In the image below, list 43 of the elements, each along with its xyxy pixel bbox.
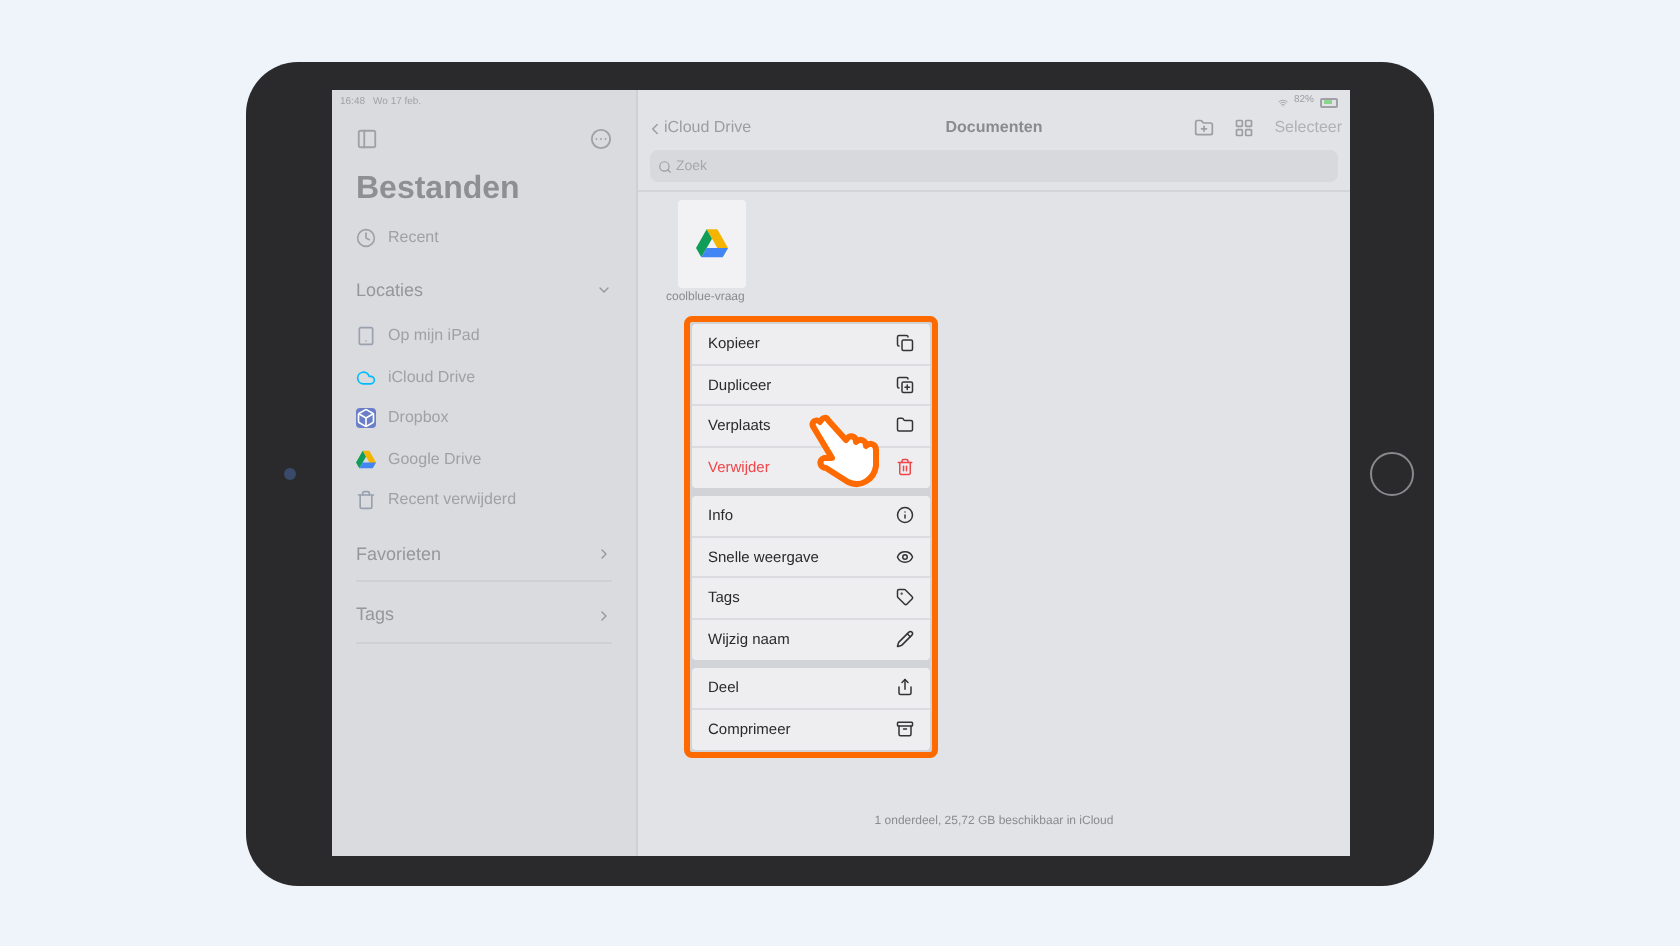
section-header[interactable]: Locaties [356, 265, 612, 316]
share-icon [896, 678, 914, 697]
sidebar-item[interactable]: Op mijn iPad [356, 316, 612, 357]
pencil-icon [896, 630, 914, 649]
box-icon [356, 408, 376, 429]
sidebar-item[interactable]: iCloud Drive [356, 357, 612, 398]
archive-icon [896, 720, 914, 739]
home-button[interactable] [1370, 451, 1414, 495]
folder-icon [896, 416, 914, 435]
drive-icon [696, 228, 728, 260]
drive-icon [356, 449, 376, 470]
wifi-icon [1277, 97, 1288, 107]
sidebar-item[interactable]: Recent verwijderd [356, 480, 612, 521]
sidebar-item[interactable]: Dropbox [356, 398, 612, 439]
chevron-left-icon [646, 119, 664, 137]
eye-icon [896, 547, 914, 566]
battery-icon [1320, 97, 1338, 107]
sidebar-item[interactable]: Google Drive [356, 439, 612, 480]
sidebar-toggle-icon[interactable] [356, 127, 378, 149]
section-header[interactable]: Favorieten [356, 529, 612, 582]
camera-icon [283, 467, 295, 479]
back-button[interactable]: iCloud Drive [646, 116, 826, 140]
more-icon[interactable] [590, 127, 612, 149]
cloud-icon [356, 367, 376, 388]
chevron-right-icon [596, 546, 612, 563]
trash-icon [896, 458, 914, 477]
tag-icon [896, 588, 914, 607]
grid-icon[interactable] [1234, 118, 1255, 138]
info-icon [896, 506, 914, 525]
trash-icon [356, 490, 376, 511]
chevron-right-icon [596, 607, 612, 624]
search-icon [658, 159, 672, 173]
navbar-title: Documenten [943, 116, 1045, 140]
pointing-hand-icon [804, 410, 884, 490]
duplicate-icon [896, 375, 914, 394]
sidebar-title: Bestanden [356, 169, 522, 209]
copy-icon [896, 334, 914, 353]
tablet-icon [356, 326, 376, 347]
sidebar-item[interactable]: Recent [356, 225, 612, 249]
section-header[interactable]: Tags [356, 590, 612, 643]
clock-icon [356, 227, 376, 247]
new-folder-icon[interactable] [1194, 118, 1215, 138]
document-icon[interactable] [678, 200, 746, 288]
